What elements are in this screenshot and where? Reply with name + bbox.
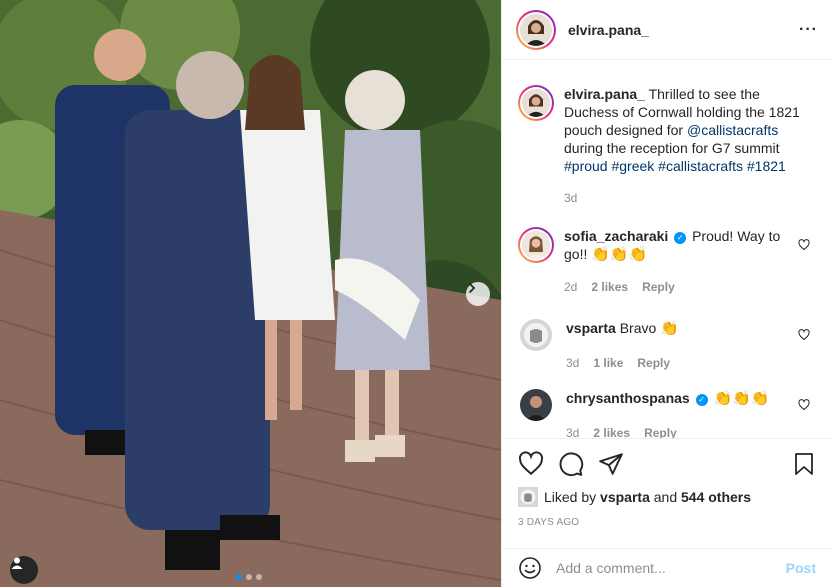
commenter-avatar-ring[interactable]: [518, 227, 554, 263]
author-username[interactable]: elvira.pana_: [568, 22, 649, 38]
add-comment-input[interactable]: [556, 560, 786, 576]
add-comment-bar: Post: [502, 548, 832, 587]
comment-item: vsparta Bravo 👏 3d 1 like Reply: [502, 319, 832, 372]
commenter-avatar[interactable]: [520, 319, 552, 351]
carousel-dot: [246, 574, 252, 580]
post-actions: Liked by vsparta and 544 others 3 DAYS A…: [502, 438, 832, 548]
clap-emoji: 👏👏👏: [713, 390, 770, 407]
clap-emoji: 👏👏👏: [591, 246, 648, 263]
like-comment-heart-icon[interactable]: [798, 399, 810, 411]
reply-button[interactable]: Reply: [637, 354, 670, 372]
caption: elvira.pana_ Thrilled to see the Duchess…: [502, 85, 832, 207]
carousel-dot: [256, 574, 262, 580]
chevron-right-icon: [469, 283, 476, 293]
like-comment-heart-icon[interactable]: [798, 239, 810, 251]
reply-button[interactable]: Reply: [644, 424, 677, 438]
comment-username[interactable]: vsparta: [566, 320, 616, 336]
post-header: elvira.pana_ ···: [502, 0, 832, 60]
liked-by-and: and: [653, 489, 678, 505]
carousel-dot: [236, 574, 242, 580]
caption-hashtags[interactable]: #proud #greek #callistacrafts #1821: [564, 158, 786, 174]
liked-by-prefix: Liked by: [544, 489, 597, 505]
save-bookmark-icon[interactable]: [792, 451, 816, 477]
comment-age[interactable]: 3d: [566, 424, 579, 438]
comment-text: Bravo: [619, 320, 657, 336]
comment-likes[interactable]: 2 likes: [593, 424, 630, 438]
caption-mention-link[interactable]: @callistacrafts: [687, 122, 778, 138]
comments-list[interactable]: elvira.pana_ Thrilled to see the Duchess…: [502, 61, 832, 438]
comment-username[interactable]: sofia_zacharaki: [564, 228, 668, 244]
clap-emoji: 👏: [660, 320, 679, 337]
caption-age[interactable]: 3d: [564, 189, 577, 207]
comment-likes[interactable]: 2 likes: [591, 278, 628, 296]
likes-summary: Liked by vsparta and 544 others: [502, 477, 832, 507]
user-icon: [11, 557, 23, 569]
commenter-avatar: [522, 231, 550, 259]
share-send-icon[interactable]: [598, 451, 624, 477]
carousel-dots: [236, 574, 262, 580]
comment-bubble-icon[interactable]: [558, 451, 584, 477]
comment-username[interactable]: chrysanthospanas: [566, 390, 690, 406]
verified-badge-icon: ✓: [674, 232, 687, 244]
liked-by-user[interactable]: vsparta: [600, 489, 650, 505]
more-options-icon[interactable]: ···: [799, 21, 818, 39]
commenter-avatar[interactable]: [520, 389, 552, 421]
caption-avatar-ring[interactable]: [518, 85, 554, 121]
author-avatar-ring[interactable]: [516, 9, 556, 50]
verified-badge-icon: ✓: [695, 394, 708, 406]
post-photo[interactable]: [0, 0, 501, 587]
author-avatar: [520, 13, 552, 46]
like-comment-heart-icon[interactable]: [798, 329, 810, 341]
post-timestamp[interactable]: 3 DAYS AGO: [502, 507, 832, 528]
caption-username[interactable]: elvira.pana_: [564, 86, 645, 102]
reply-button[interactable]: Reply: [642, 278, 675, 296]
comment-age[interactable]: 2d: [564, 278, 577, 296]
next-photo-button[interactable]: [466, 282, 490, 306]
post-details-panel: elvira.pana_ ··· elvira.pana_ Thrilled t…: [501, 0, 832, 587]
post-comment-button[interactable]: Post: [786, 560, 816, 576]
emoji-smiley-icon[interactable]: [518, 556, 542, 580]
tagged-users-button[interactable]: [10, 556, 38, 584]
comment-item: chrysanthospanas ✓ 👏👏👏 3d 2 likes Reply: [502, 389, 832, 438]
comment-age[interactable]: 3d: [566, 354, 579, 372]
liked-by-others[interactable]: 544 others: [681, 489, 751, 505]
caption-avatar: [522, 89, 550, 117]
caption-text-2: during the reception for G7 summit: [564, 140, 780, 156]
like-heart-icon[interactable]: [518, 451, 544, 477]
photo-scene: [0, 0, 501, 587]
comment-likes[interactable]: 1 like: [593, 354, 623, 372]
comment-item: sofia_zacharaki ✓ Proud! Way to go!! 👏👏👏…: [502, 227, 832, 296]
liker-avatar[interactable]: [518, 487, 538, 507]
